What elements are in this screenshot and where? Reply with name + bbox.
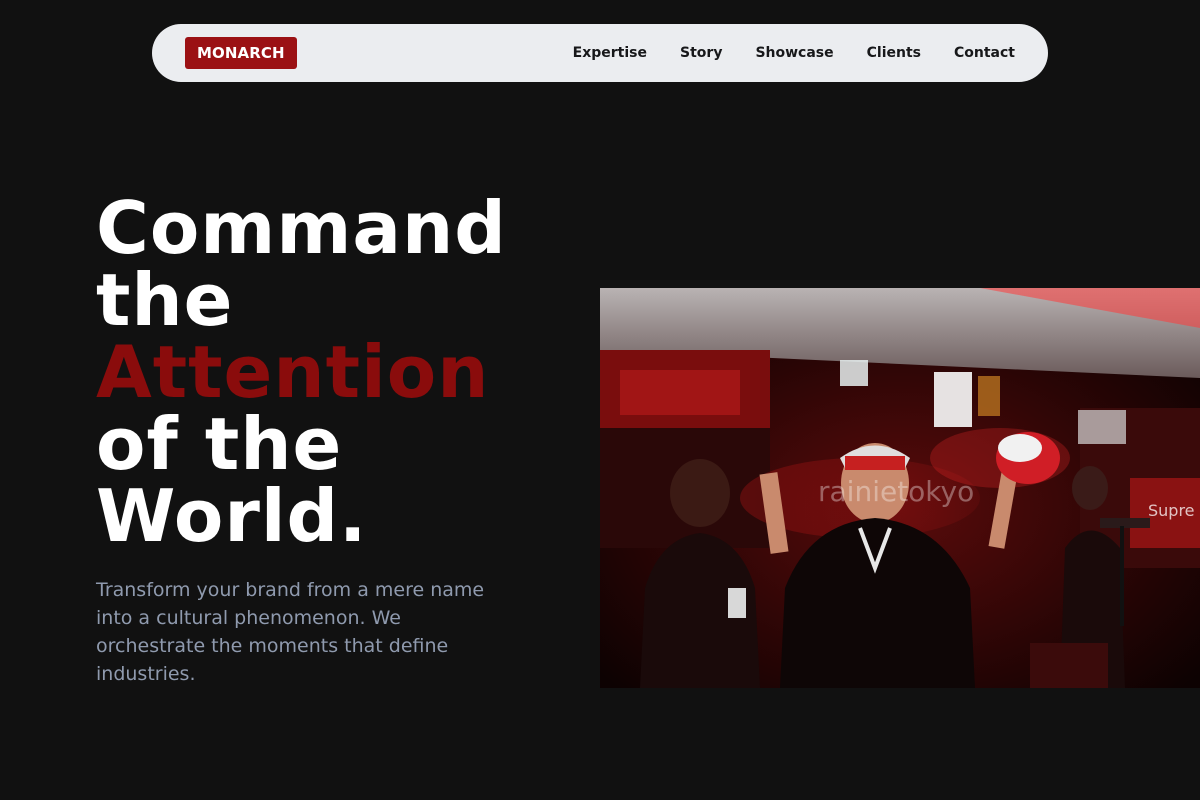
nav-link-expertise[interactable]: Expertise (573, 45, 647, 61)
hero-title-line-4: of the (96, 402, 343, 486)
navbar: MONARCH Expertise Story Showcase Clients… (152, 24, 1048, 82)
event-photo-icon: rainietokyo Supre (600, 288, 1200, 688)
nav-link-story[interactable]: Story (680, 45, 722, 61)
hero-title-line-1: Command (96, 186, 507, 270)
hero-subtitle: Transform your brand from a mere name in… (96, 579, 485, 685)
nav-link-showcase[interactable]: Showcase (755, 45, 833, 61)
hero-title-line-2: the (96, 258, 234, 342)
photo-signage: Supre (1148, 501, 1195, 520)
logo[interactable]: MONARCH (185, 37, 297, 69)
hero-title: Command the Attention of the World. (96, 192, 507, 552)
hero-title-accent: Attention (96, 330, 490, 414)
nav-link-clients[interactable]: Clients (867, 45, 921, 61)
photo-watermark: rainietokyo (818, 475, 974, 508)
nav-links: Expertise Story Showcase Clients Contact (573, 45, 1015, 61)
hero-title-line-5: World. (96, 474, 368, 558)
hero-event-photo: rainietokyo Supre (600, 288, 1200, 688)
nav-link-contact[interactable]: Contact (954, 45, 1015, 61)
